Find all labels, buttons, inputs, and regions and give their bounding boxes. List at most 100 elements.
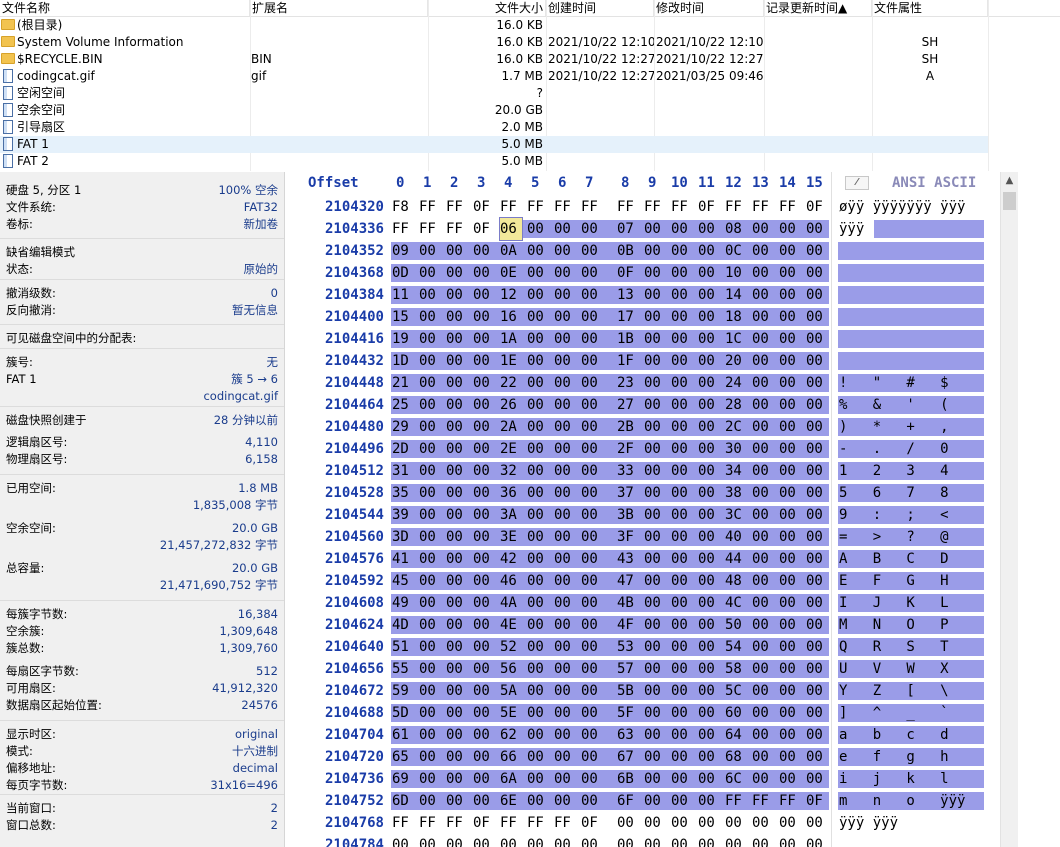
- hex-byte[interactable]: 00: [581, 394, 603, 416]
- hex-byte[interactable]: 38: [725, 482, 747, 504]
- hex-byte[interactable]: 00: [698, 790, 720, 812]
- hex-byte[interactable]: FF: [446, 218, 468, 240]
- hex-byte[interactable]: 00: [806, 702, 828, 724]
- hex-byte[interactable]: 0F: [617, 262, 639, 284]
- hex-byte[interactable]: 31: [392, 460, 414, 482]
- hex-byte[interactable]: 23: [617, 372, 639, 394]
- file-row[interactable]: FAT 1 5.0 MB: [0, 136, 988, 153]
- ascii-text[interactable]: 9 : ; <: [839, 504, 949, 526]
- hex-byte[interactable]: 5C: [725, 680, 747, 702]
- hex-byte[interactable]: 00: [581, 504, 603, 526]
- hex-byte[interactable]: 00: [671, 658, 693, 680]
- hex-byte[interactable]: 00: [419, 702, 441, 724]
- hex-byte[interactable]: 00: [779, 658, 801, 680]
- hex-byte[interactable]: 00: [554, 504, 576, 526]
- ascii-text[interactable]: e f g h: [839, 746, 949, 768]
- hex-byte[interactable]: 00: [581, 636, 603, 658]
- hex-byte[interactable]: 00: [473, 284, 495, 306]
- hex-byte[interactable]: 00: [644, 790, 666, 812]
- hex-byte[interactable]: 00: [644, 548, 666, 570]
- hex-byte[interactable]: 00: [779, 724, 801, 746]
- hex-byte[interactable]: 00: [779, 592, 801, 614]
- hex-byte[interactable]: 0E: [500, 262, 522, 284]
- hex-byte[interactable]: 0C: [725, 240, 747, 262]
- hex-byte[interactable]: 00: [419, 548, 441, 570]
- hex-byte[interactable]: 00: [473, 790, 495, 812]
- hex-byte[interactable]: 00: [581, 284, 603, 306]
- hex-byte[interactable]: 00: [752, 372, 774, 394]
- column-header-extension[interactable]: 扩展名: [250, 0, 428, 16]
- hex-byte[interactable]: 00: [806, 284, 828, 306]
- hex-byte[interactable]: 00: [554, 328, 576, 350]
- hex-byte[interactable]: 00: [806, 240, 828, 262]
- hex-byte[interactable]: 00: [806, 768, 828, 790]
- hex-byte[interactable]: 00: [473, 834, 495, 847]
- hex-byte[interactable]: 00: [671, 416, 693, 438]
- hex-byte[interactable]: 00: [806, 614, 828, 636]
- hex-byte[interactable]: 34: [725, 460, 747, 482]
- hex-byte[interactable]: 00: [752, 636, 774, 658]
- hex-byte[interactable]: 00: [806, 372, 828, 394]
- hex-byte[interactable]: 0F: [698, 196, 720, 218]
- hex-byte[interactable]: 00: [581, 350, 603, 372]
- hex-byte[interactable]: 00: [671, 262, 693, 284]
- hex-row[interactable]: 2104656 55 00 00 00 56 00 00 00 57 00 00 00 58 00 00 00 U…: [286, 658, 986, 680]
- hex-byte[interactable]: 00: [446, 790, 468, 812]
- hex-byte[interactable]: 00: [446, 372, 468, 394]
- hex-byte[interactable]: 00: [806, 416, 828, 438]
- hex-row[interactable]: 2104528 35 00 00 00 36 00 00 00 37 00 00 00 38 00 00 00 5…: [286, 482, 986, 504]
- hex-byte[interactable]: 00: [500, 834, 522, 847]
- hex-byte[interactable]: 00: [473, 592, 495, 614]
- hex-byte[interactable]: 00: [752, 702, 774, 724]
- ascii-text[interactable]: I J K L: [839, 592, 949, 614]
- hex-byte[interactable]: 00: [671, 328, 693, 350]
- hex-byte[interactable]: 00: [554, 262, 576, 284]
- hex-byte[interactable]: 11: [392, 284, 414, 306]
- hex-byte[interactable]: 00: [446, 548, 468, 570]
- hex-row[interactable]: 2104768 FF FF FF 0F FF FF FF 0F 00 00 00 00 00 00 00 00 ÿ…: [286, 812, 986, 834]
- hex-byte[interactable]: 00: [581, 240, 603, 262]
- hex-byte[interactable]: 00: [698, 724, 720, 746]
- ascii-text[interactable]: 5 6 7 8: [839, 482, 949, 504]
- hex-byte[interactable]: 00: [806, 812, 828, 834]
- hex-byte[interactable]: 00: [752, 416, 774, 438]
- hex-byte[interactable]: 00: [419, 658, 441, 680]
- hex-byte[interactable]: 0F: [806, 790, 828, 812]
- scroll-thumb[interactable]: [1003, 192, 1016, 210]
- hex-byte[interactable]: 00: [473, 702, 495, 724]
- hex-byte[interactable]: 00: [698, 416, 720, 438]
- hex-byte[interactable]: 00: [779, 504, 801, 526]
- hex-byte[interactable]: 00: [644, 372, 666, 394]
- hex-byte[interactable]: 00: [527, 328, 549, 350]
- hex-byte[interactable]: 50: [725, 614, 747, 636]
- hex-byte[interactable]: 44: [725, 548, 747, 570]
- hex-byte[interactable]: 08: [725, 218, 747, 240]
- hex-row[interactable]: 2104784 00 00 00 00 00 00 00 00 00 00 00 00 00 00 00 00: [286, 834, 986, 847]
- hex-row[interactable]: 2104688 5D 00 00 00 5E 00 00 00 5F 00 00 00 60 00 00 00]…: [286, 702, 986, 724]
- hex-byte[interactable]: 00: [527, 614, 549, 636]
- hex-byte[interactable]: 61: [392, 724, 414, 746]
- hex-byte[interactable]: 00: [698, 746, 720, 768]
- ascii-text[interactable]: % & ' (: [839, 394, 949, 416]
- hex-byte[interactable]: 00: [554, 746, 576, 768]
- hex-byte[interactable]: 00: [527, 636, 549, 658]
- hex-byte[interactable]: 00: [527, 702, 549, 724]
- ascii-text[interactable]: - . / 0: [839, 438, 949, 460]
- ascii-text[interactable]: Q R S T: [839, 636, 949, 658]
- hex-byte[interactable]: 00: [671, 438, 693, 460]
- hex-byte[interactable]: FF: [446, 196, 468, 218]
- hex-byte[interactable]: 00: [806, 482, 828, 504]
- hex-byte[interactable]: 20: [725, 350, 747, 372]
- file-row[interactable]: FAT 2 5.0 MB: [0, 153, 988, 170]
- hex-byte[interactable]: 00: [752, 768, 774, 790]
- hex-byte[interactable]: 00: [644, 350, 666, 372]
- hex-byte[interactable]: 00: [446, 306, 468, 328]
- file-row[interactable]: 引导扇区 2.0 MB: [0, 119, 988, 136]
- hex-byte[interactable]: 00: [698, 702, 720, 724]
- hex-byte[interactable]: 00: [419, 460, 441, 482]
- hex-byte[interactable]: 00: [446, 394, 468, 416]
- hex-byte[interactable]: 00: [473, 438, 495, 460]
- hex-byte[interactable]: 43: [617, 548, 639, 570]
- hex-byte[interactable]: 5A: [500, 680, 522, 702]
- hex-byte[interactable]: 00: [419, 482, 441, 504]
